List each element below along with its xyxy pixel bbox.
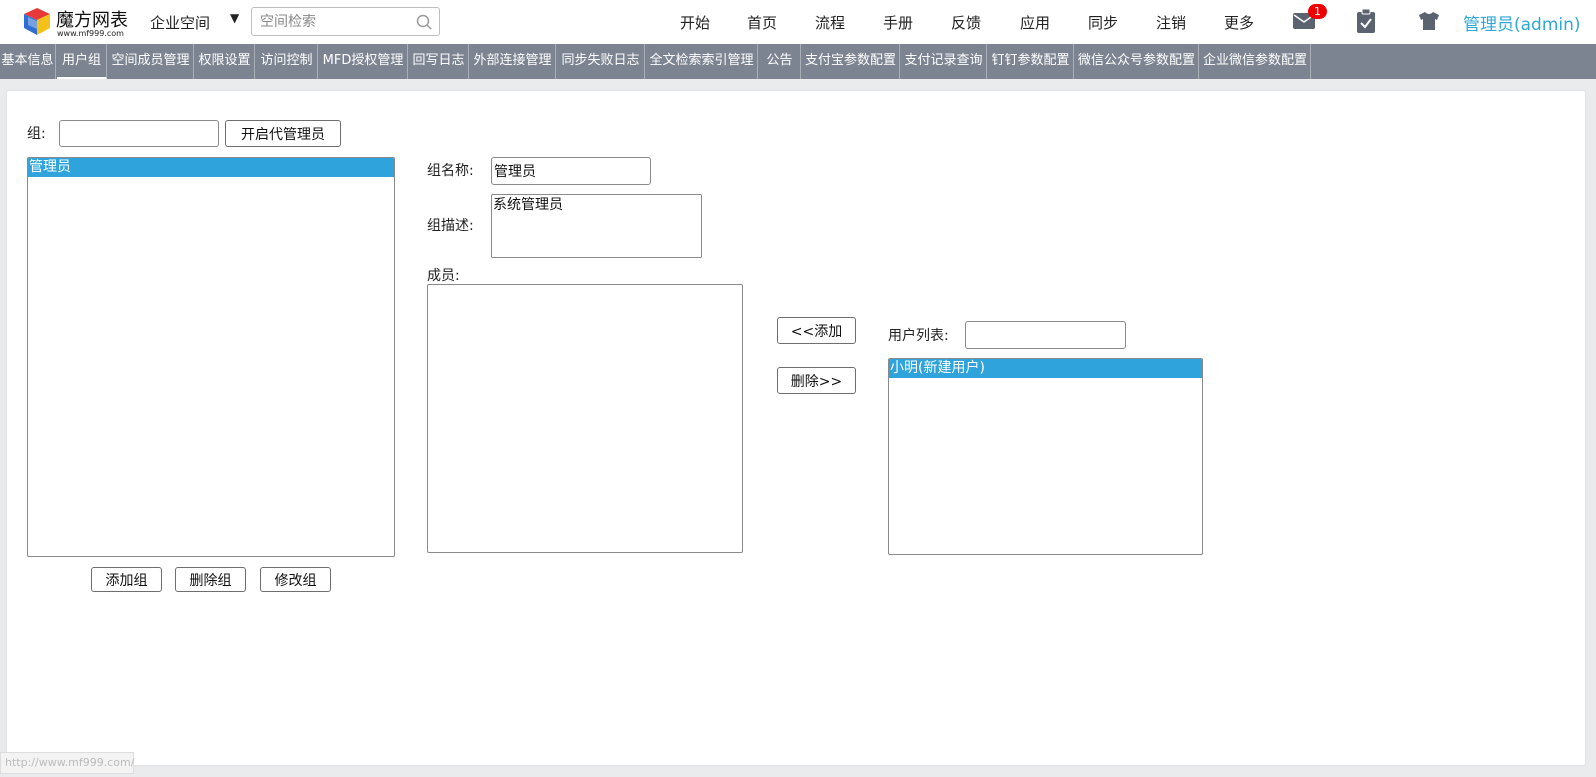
space-search bbox=[251, 7, 440, 36]
add-member-button[interactable]: <<添加 bbox=[777, 317, 856, 344]
tab-writeback-log[interactable]: 回写日志 bbox=[409, 44, 469, 79]
nav-more[interactable]: 更多 bbox=[1224, 12, 1254, 33]
logo-url: www.mf999.com bbox=[57, 29, 124, 38]
members-label: 成员: bbox=[427, 268, 460, 284]
user-list-label: 用户列表: bbox=[888, 328, 949, 344]
group-name-label: 组名称: bbox=[427, 163, 474, 179]
tab-sync-failure-log[interactable]: 同步失败日志 bbox=[557, 44, 645, 79]
user-filter-input[interactable] bbox=[965, 321, 1126, 349]
group-description-textarea[interactable]: 系统管理员 bbox=[491, 194, 702, 258]
search-icon[interactable] bbox=[415, 13, 433, 31]
nav-apps[interactable]: 应用 bbox=[1020, 12, 1050, 33]
nav-feedback[interactable]: 反馈 bbox=[951, 12, 981, 33]
tab-wechat-official-config[interactable]: 微信公众号参数配置 bbox=[1075, 44, 1199, 79]
tab-mfd-license[interactable]: MFD授权管理 bbox=[319, 44, 408, 79]
group-name-input[interactable] bbox=[491, 157, 651, 185]
delete-group-button[interactable]: 删除组 bbox=[175, 567, 246, 592]
theme-shirt-icon[interactable] bbox=[1417, 11, 1441, 31]
edit-group-button[interactable]: 修改组 bbox=[260, 567, 331, 592]
tab-fulltext-index[interactable]: 全文检索索引管理 bbox=[646, 44, 758, 79]
nav-manual[interactable]: 手册 bbox=[883, 12, 913, 33]
tab-payment-records[interactable]: 支付记录查询 bbox=[901, 44, 987, 79]
current-user-link[interactable]: 管理员(admin) bbox=[1463, 10, 1581, 35]
tab-basic-info[interactable]: 基本信息 bbox=[0, 44, 56, 79]
settings-tab-bar: 基本信息 用户组 空间成员管理 权限设置 访问控制 MFD授权管理 回写日志 外… bbox=[0, 44, 1596, 79]
user-list[interactable]: 小明(新建用户) bbox=[888, 358, 1203, 555]
tab-wecom-config[interactable]: 企业微信参数配置 bbox=[1200, 44, 1311, 79]
group-filter-label: 组: bbox=[27, 126, 46, 142]
group-list[interactable]: 管理员 bbox=[27, 157, 395, 557]
nav-start[interactable]: 开始 bbox=[680, 12, 710, 33]
mail-count-badge: 1 bbox=[1308, 4, 1327, 19]
tab-space-members[interactable]: 空间成员管理 bbox=[108, 44, 194, 79]
group-list-item[interactable]: 管理员 bbox=[28, 158, 394, 177]
nav-sync[interactable]: 同步 bbox=[1088, 12, 1118, 33]
user-group-panel: 组: 开启代管理员 管理员 添加组 删除组 修改组 组名称: 组描述: 系统管理… bbox=[7, 91, 1585, 765]
group-filter-input[interactable] bbox=[59, 120, 219, 147]
top-bar: 魔方网表 www.mf999.com 企业空间 ▼ 开始 首页 流程 手册 反馈… bbox=[0, 0, 1596, 44]
caret-down-icon[interactable]: ▼ bbox=[230, 11, 239, 25]
remove-member-button[interactable]: 删除>> bbox=[777, 367, 856, 394]
cube-logo-icon bbox=[24, 8, 50, 35]
space-selector[interactable]: 企业空间 bbox=[150, 12, 210, 33]
nav-logout[interactable]: 注销 bbox=[1156, 12, 1186, 33]
nav-process[interactable]: 流程 bbox=[815, 12, 845, 33]
status-bar-url: http://www.mf999.com/ bbox=[0, 752, 134, 774]
group-description-label: 组描述: bbox=[427, 218, 474, 234]
tab-permissions[interactable]: 权限设置 bbox=[195, 44, 255, 79]
enable-proxy-admin-button[interactable]: 开启代管理员 bbox=[225, 120, 341, 147]
tab-external-connections[interactable]: 外部连接管理 bbox=[470, 44, 556, 79]
clipboard-check-icon[interactable] bbox=[1355, 8, 1377, 34]
tab-access-control[interactable]: 访问控制 bbox=[256, 44, 318, 79]
tab-alipay-config[interactable]: 支付宝参数配置 bbox=[802, 44, 900, 79]
member-list[interactable] bbox=[427, 284, 743, 553]
logo[interactable]: 魔方网表 www.mf999.com bbox=[20, 4, 130, 40]
tab-dingtalk-config[interactable]: 钉钉参数配置 bbox=[988, 44, 1074, 79]
tab-user-groups[interactable]: 用户组 bbox=[57, 44, 107, 79]
user-list-item[interactable]: 小明(新建用户) bbox=[889, 359, 1202, 378]
add-group-button[interactable]: 添加组 bbox=[91, 567, 162, 592]
space-search-input[interactable] bbox=[260, 11, 410, 32]
tab-announcements[interactable]: 公告 bbox=[759, 44, 801, 79]
nav-home[interactable]: 首页 bbox=[747, 12, 777, 33]
